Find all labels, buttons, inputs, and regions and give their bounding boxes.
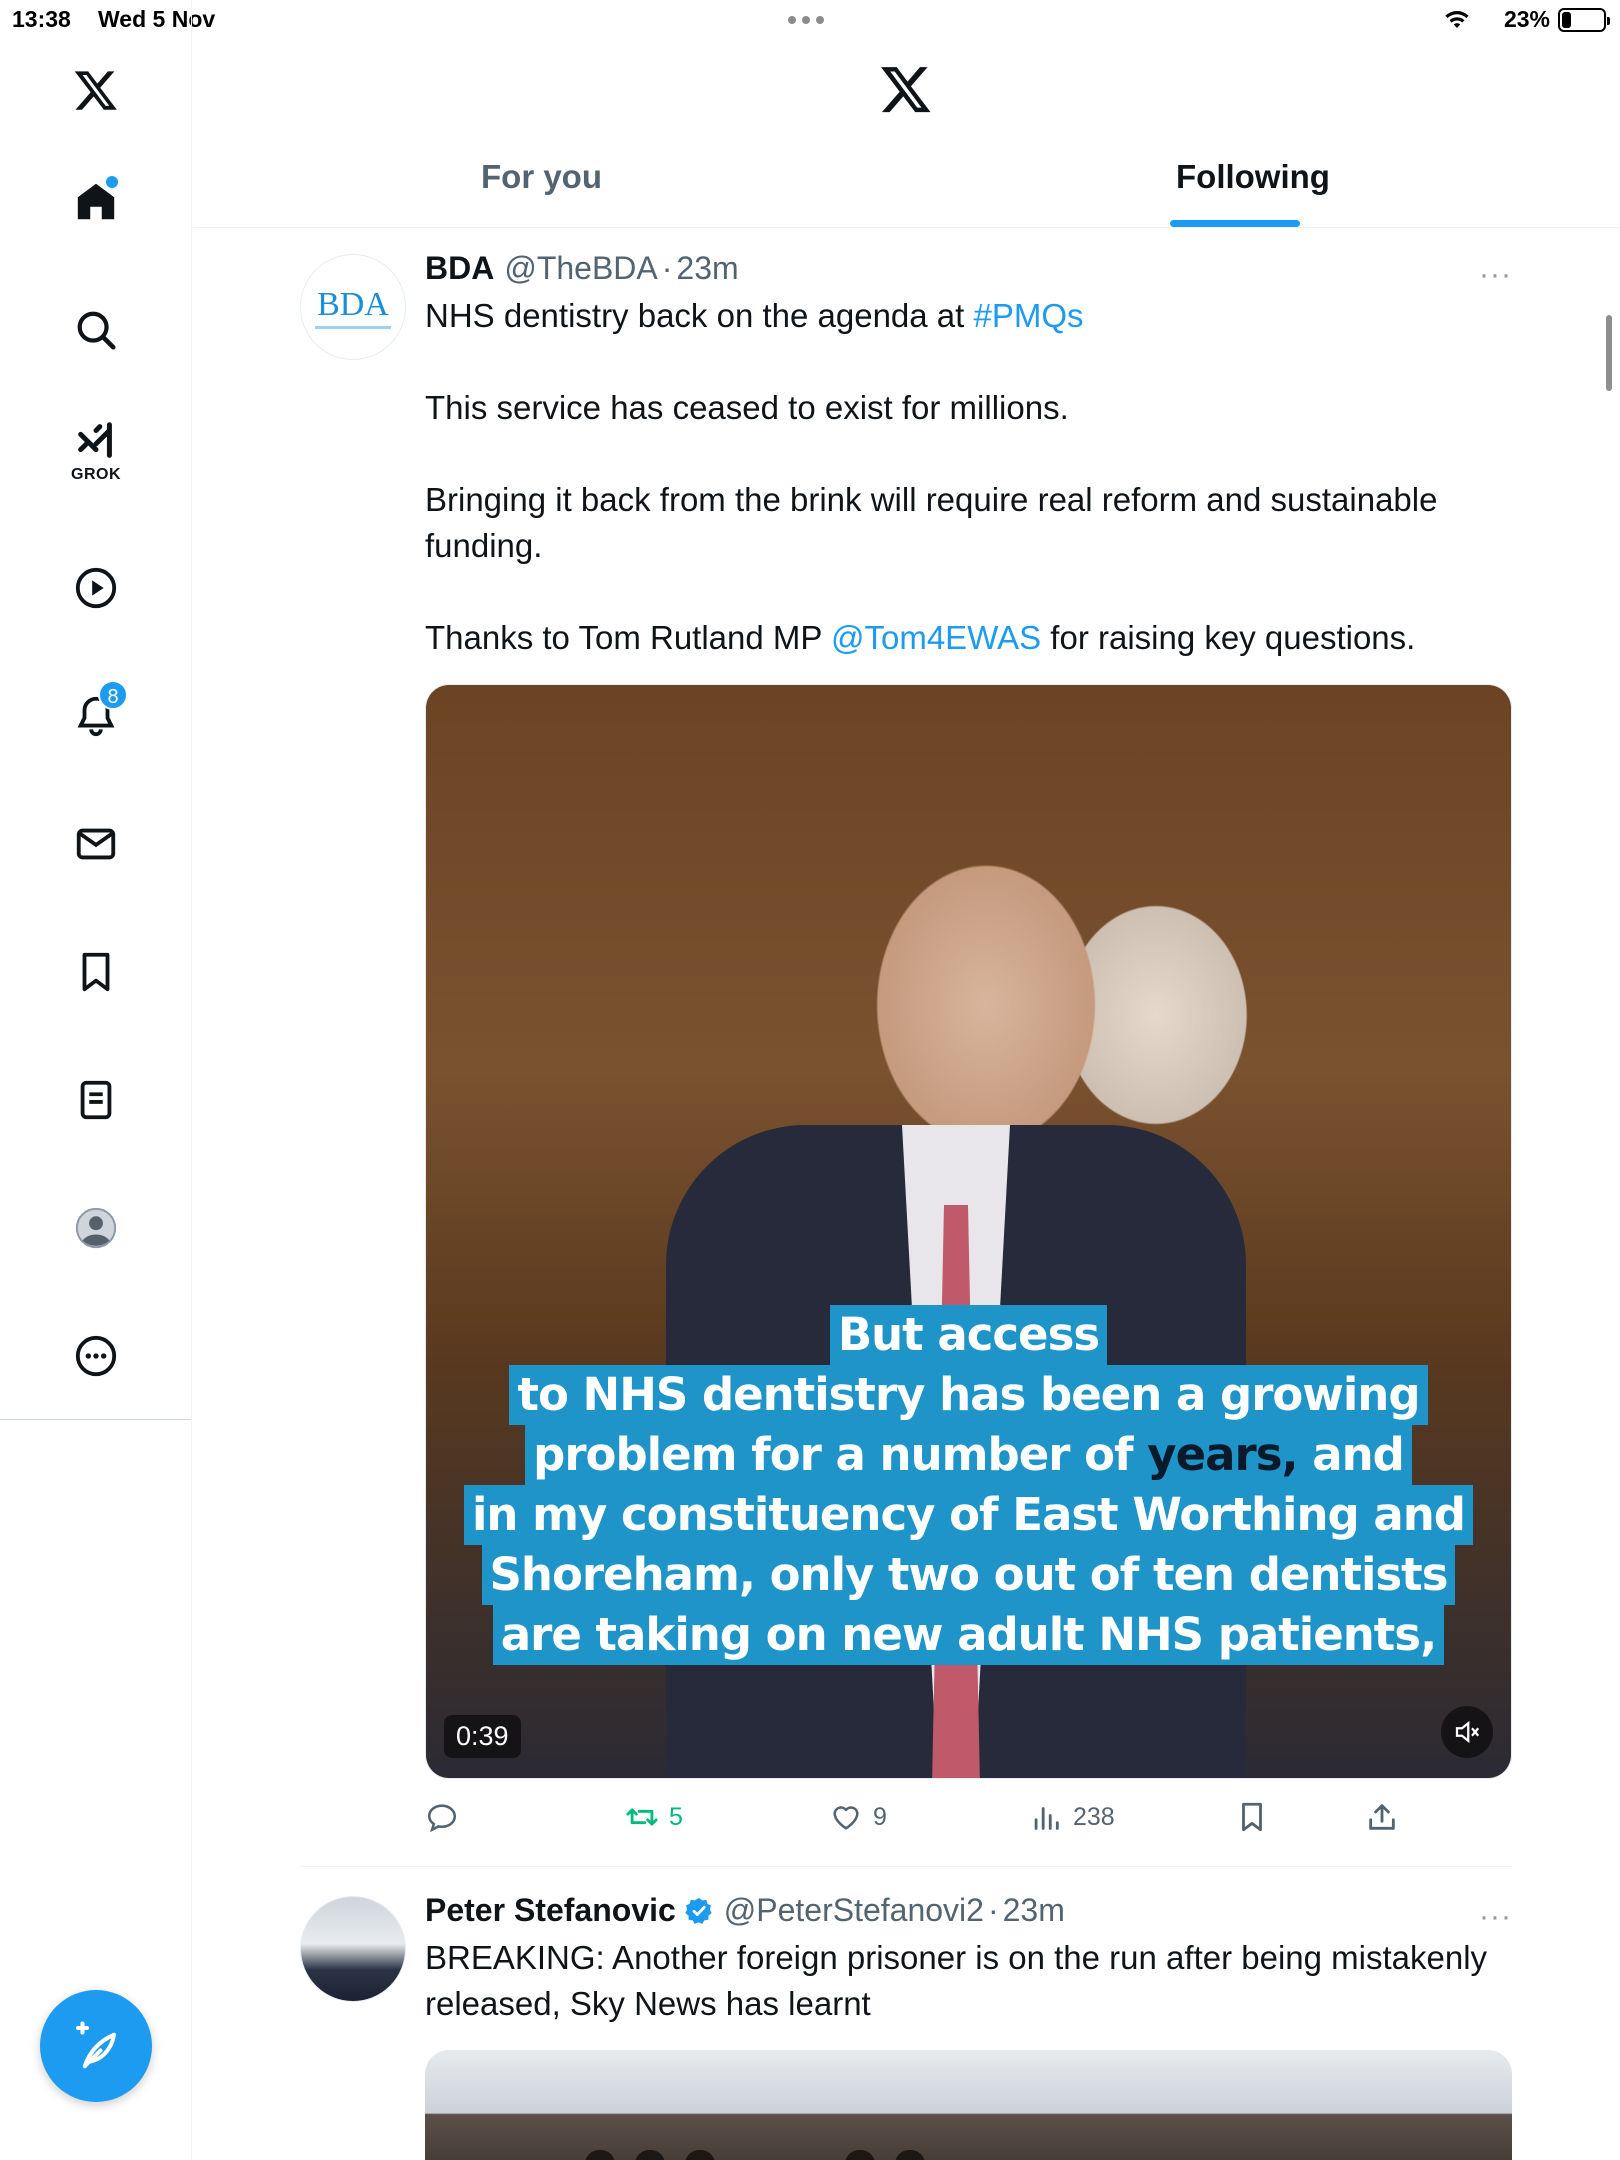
tweet-text-line: for raising key questions.	[1041, 619, 1416, 656]
tweet-text: BREAKING: Another foreign prisoner is on…	[425, 1939, 1488, 2022]
sidebar: GROK 8	[0, 0, 192, 1420]
tweet-text: NHS dentistry back on the agenda at #PMQ…	[425, 293, 1512, 661]
caption-line: Shoreham, only two out of ten dentists	[481, 1545, 1456, 1605]
sidebar-item-grok[interactable]: GROK	[56, 412, 136, 492]
tweet-time[interactable]: 23m	[1003, 1892, 1065, 1929]
grok-icon	[78, 422, 112, 458]
sidebar-border	[191, 1420, 192, 2160]
sidebar-item-messages[interactable]	[56, 804, 136, 884]
notification-badge: 8	[98, 680, 128, 710]
verified-badge-icon	[685, 1897, 712, 1924]
sidebar-item-profile[interactable]	[56, 1188, 136, 1268]
battery-percent: 23%	[1503, 6, 1550, 32]
play-icon	[75, 567, 117, 609]
reply-icon	[427, 1804, 457, 1833]
tweet-text-line: Thanks to Tom Rutland MP	[425, 619, 831, 656]
unread-dot	[106, 176, 118, 188]
active-tab-indicator	[1170, 220, 1300, 227]
retweet-button[interactable]: 5	[625, 1800, 683, 1834]
caption-line-with-highlight: problem for a number of years, and	[525, 1425, 1412, 1485]
retweet-icon	[626, 1808, 658, 1826]
reply-button[interactable]	[425, 1800, 469, 1834]
like-button[interactable]: 9	[829, 1800, 887, 1834]
tab-for-you[interactable]: For you	[481, 158, 602, 196]
views-chart-icon	[1034, 1807, 1059, 1830]
heart-icon	[833, 1806, 859, 1830]
caption-line: are taking on new adult NHS patients,	[492, 1605, 1445, 1665]
video-duration: 0:39	[444, 1715, 521, 1758]
timeline-header: For you Following	[193, 40, 1620, 228]
tweet-text-line: Bringing it back from the brink will req…	[425, 481, 1438, 564]
separator: ·	[987, 1892, 999, 1928]
multitasking-dots[interactable]	[788, 16, 824, 24]
tweet-actions: 5 9 238	[425, 1800, 1425, 1850]
battery-icon	[1558, 7, 1610, 32]
avatar-logo-text: BDA	[317, 285, 389, 323]
video-player[interactable]: But access to NHS dentistry has been a g…	[425, 684, 1512, 1779]
scrollbar[interactable]	[1606, 315, 1612, 391]
sidebar-item-video[interactable]	[56, 548, 136, 628]
caption-line: in my constituency of East Worthing and	[463, 1485, 1473, 1545]
views-button[interactable]: 238	[1029, 1800, 1115, 1834]
bookmark-icon	[1242, 1802, 1262, 1832]
video-thumbnail[interactable]: But access to NHS dentistry has been a g…	[426, 685, 1511, 1778]
avatar-icon	[75, 1207, 117, 1249]
more-options-button[interactable]: ···	[1479, 258, 1512, 292]
sidebar-item-more[interactable]	[56, 1316, 136, 1396]
tab-following[interactable]: Following	[1176, 158, 1330, 196]
mail-icon	[76, 828, 116, 860]
author-name[interactable]: Peter Stefanovic	[425, 1892, 676, 1929]
x-logo-icon[interactable]	[56, 50, 136, 130]
view-count: 238	[1073, 1802, 1115, 1831]
tweet-divider	[300, 1866, 1512, 1867]
share-button[interactable]	[1365, 1800, 1399, 1834]
hashtag-link[interactable]: #PMQs	[974, 297, 1084, 334]
sidebar-item-bookmarks[interactable]	[56, 932, 136, 1012]
more-circle-icon	[75, 1335, 117, 1377]
sidebar-item-home[interactable]	[56, 162, 136, 242]
status-indicators: 23%	[1444, 6, 1610, 33]
caption-line: But access	[829, 1305, 1108, 1365]
bookmark-button[interactable]	[1235, 1800, 1269, 1834]
caption-line: to NHS dentistry has been a growing	[509, 1365, 1428, 1425]
separator: ·	[661, 250, 673, 286]
author-handle[interactable]: @PeterStefanovi2	[724, 1892, 984, 1929]
tweet-header: Peter Stefanovic @PeterStefanovi2 · 23m	[425, 1892, 1512, 1929]
speaker-muted-icon	[1455, 1720, 1480, 1744]
mute-button[interactable]	[1441, 1706, 1493, 1758]
moon-icon	[1477, 10, 1487, 29]
status-bar: 13:38 Wed 5 Nov 23%	[0, 0, 1620, 40]
like-count: 9	[873, 1802, 887, 1831]
tweet-image[interactable]	[425, 2050, 1512, 2160]
video-captions: But access to NHS dentistry has been a g…	[426, 1305, 1511, 1665]
grok-label: GROK	[71, 466, 121, 483]
author-name[interactable]: BDA	[425, 250, 494, 287]
bookmark-icon	[82, 952, 110, 992]
wifi-icon	[1445, 10, 1469, 28]
more-options-button[interactable]: ···	[1479, 1900, 1512, 1934]
mention-link[interactable]: @Tom4EWAS	[831, 619, 1041, 656]
sidebar-item-explore[interactable]	[56, 290, 136, 370]
compose-icon	[75, 2021, 117, 2069]
caption-highlight: years,	[1147, 1428, 1298, 1481]
compose-button[interactable]	[40, 1990, 152, 2102]
tweet-time[interactable]: 23m	[676, 250, 738, 287]
retweet-count: 5	[669, 1802, 683, 1831]
sidebar-item-lists[interactable]	[56, 1060, 136, 1140]
tweet-text-line: This service has ceased to exist for mil…	[425, 389, 1069, 426]
tweet-header: BDA @TheBDA · 23m	[425, 250, 1512, 287]
avatar[interactable]	[300, 1896, 406, 2002]
list-icon	[80, 1080, 112, 1120]
search-icon	[77, 311, 116, 350]
author-handle[interactable]: @TheBDA	[504, 250, 657, 287]
share-icon	[1369, 1804, 1395, 1830]
tweet-text-line: NHS dentistry back on the agenda at	[425, 297, 974, 334]
avatar[interactable]: BDA	[300, 254, 406, 360]
x-logo-icon[interactable]	[879, 62, 933, 121]
sidebar-item-notifications[interactable]: 8	[56, 676, 136, 756]
